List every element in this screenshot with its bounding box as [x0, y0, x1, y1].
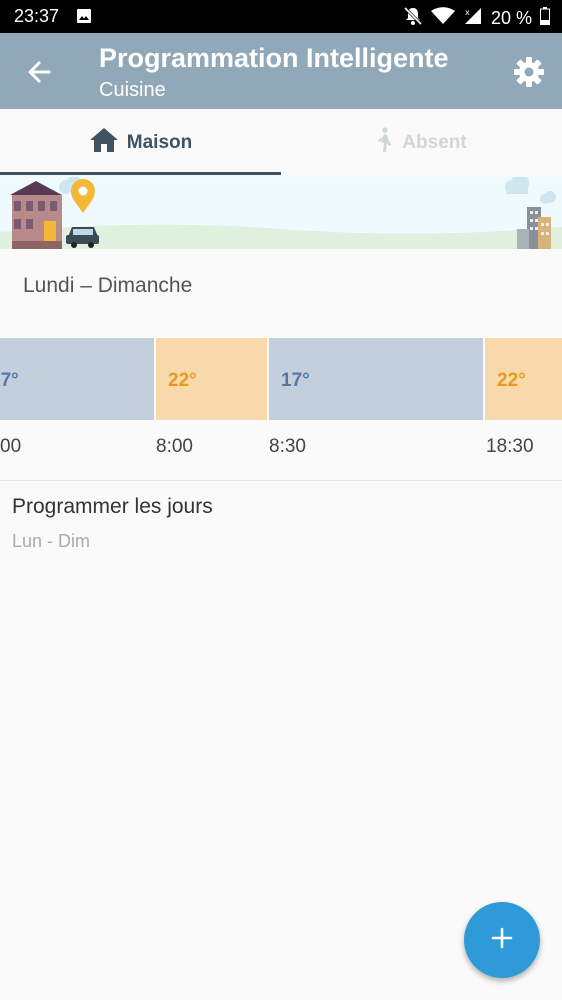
battery-level: 20 %: [490, 8, 532, 28]
tab-away[interactable]: Absent: [281, 109, 562, 177]
battery-icon: [540, 7, 550, 30]
notifications-off-icon: [403, 6, 423, 31]
tab-away-label: Absent: [402, 132, 467, 153]
mode-tabs: Maison Absent: [0, 109, 562, 177]
schedule-timeline[interactable]: 17° 22° 17° 22°: [0, 338, 562, 420]
time-label: 00: [0, 436, 22, 457]
tab-selected-indicator: [0, 172, 281, 175]
svg-text:x: x: [465, 8, 470, 17]
status-time: 23:37: [14, 6, 60, 26]
image-notification-icon: [76, 8, 92, 29]
program-days-title: Programmer les jours: [12, 495, 213, 518]
page-title: Programmation Intelligente: [99, 43, 449, 73]
temperature-block-cold[interactable]: 17°: [0, 338, 154, 420]
walking-person-icon: [376, 127, 402, 159]
divider: [0, 480, 562, 481]
settings-gear-icon[interactable]: [512, 55, 546, 89]
temperature-block-warm[interactable]: 22°: [485, 338, 562, 420]
add-button[interactable]: [464, 902, 540, 978]
room-subtitle: Cuisine: [99, 79, 166, 101]
status-bar: 23:37 x 20 %: [0, 0, 562, 33]
tab-home-label: Maison: [126, 132, 193, 153]
house-banner-illustration: [0, 177, 562, 249]
plus-icon: [490, 926, 514, 955]
time-label: 8:30: [269, 436, 306, 457]
program-days-value: Lun - Dim: [12, 531, 91, 551]
cell-signal-icon: x: [463, 7, 483, 30]
time-label: 18:30: [486, 436, 534, 457]
schedule-days-label: Lundi – Dimanche: [23, 274, 193, 297]
time-label: 8:00: [156, 436, 193, 457]
wifi-icon: [430, 7, 455, 30]
app-bar: Programmation Intelligente Cuisine: [0, 33, 562, 109]
back-arrow-icon[interactable]: [22, 55, 56, 89]
temperature-block-cold[interactable]: 17°: [269, 338, 483, 420]
temperature-block-warm[interactable]: 22°: [156, 338, 267, 420]
tab-home[interactable]: Maison: [0, 109, 281, 177]
home-icon: [89, 127, 127, 159]
